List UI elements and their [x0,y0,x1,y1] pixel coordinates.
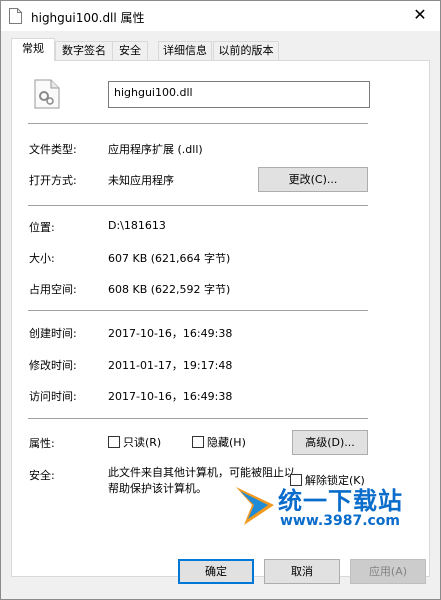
file-type-label: 文件类型: [29,143,77,156]
title-bar[interactable]: highgui100.dll 属性 ✕ [1,1,440,31]
file-name-input[interactable]: highgui100.dll [108,81,370,108]
hidden-checkbox[interactable]: 隐藏(H) [192,436,246,450]
properties-window: highgui100.dll 属性 ✕ 常规 数字签名 安全 详细信息 以前的版… [0,0,441,600]
separator [28,310,368,311]
size-value: 607 KB (621,664 字节) [108,252,231,265]
change-button[interactable]: 更改(C)... [258,167,368,192]
close-button[interactable]: ✕ [400,1,440,31]
readonly-checkbox[interactable]: 只读(R) [108,436,161,450]
size-label: 大小: [29,252,55,265]
open-with-label: 打开方式: [29,174,77,187]
security-warning-text: 此文件来自其他计算机，可能被阻止以帮助保护该计算机。 [108,466,295,495]
tab-general[interactable]: 常规 [11,38,55,61]
watermark-url: www.3987.com [280,513,401,529]
separator [28,123,368,124]
tab-details[interactable]: 详细信息 [158,41,212,60]
unblock-checkbox[interactable]: 解除锁定(K) [290,474,365,488]
ok-button[interactable]: 确定 [178,559,254,584]
window-title: highgui100.dll 属性 [31,11,145,25]
created-value: 2017-10-16，16:49:38 [108,327,233,340]
unblock-checkbox-label: 解除锁定(K) [305,474,365,487]
modified-label: 修改时间: [29,359,77,372]
size-on-disk-value: 608 KB (622,592 字节) [108,283,231,296]
created-label: 创建时间: [29,327,77,340]
security-label: 安全: [29,469,55,482]
open-with-value: 未知应用程序 [108,174,174,187]
apply-button[interactable]: 应用(A) [350,559,426,584]
size-on-disk-label: 占用空间: [29,283,77,296]
checkbox-box[interactable] [108,436,120,448]
file-type-value: 应用程序扩展 (.dll) [108,143,203,156]
attributes-label: 属性: [29,437,55,450]
separator [28,418,368,419]
dll-file-icon [34,79,60,109]
modified-value: 2011-01-17，19:17:48 [108,359,233,372]
close-icon: ✕ [413,5,427,24]
tab-previous-versions[interactable]: 以前的版本 [213,41,279,60]
accessed-value: 2017-10-16，16:49:38 [108,390,233,403]
checkbox-box[interactable] [192,436,204,448]
location-value: D:\181613 [108,219,166,232]
tab-digital-signatures[interactable]: 数字签名 [55,41,113,60]
cancel-button[interactable]: 取消 [264,559,340,584]
file-icon [9,8,22,24]
dialog-body: 常规 数字签名 安全 详细信息 以前的版本 highgui100.dll 文件类… [1,31,440,599]
accessed-label: 访问时间: [29,390,77,403]
general-panel: highgui100.dll 文件类型: 应用程序扩展 (.dll) 打开方式:… [11,60,430,577]
advanced-button[interactable]: 高级(D)... [292,430,368,455]
checkbox-box[interactable] [290,474,302,486]
readonly-checkbox-label: 只读(R) [123,436,162,449]
separator [28,205,368,206]
hidden-checkbox-label: 隐藏(H) [207,436,246,449]
tab-security[interactable]: 安全 [112,41,148,60]
location-label: 位置: [29,221,55,234]
